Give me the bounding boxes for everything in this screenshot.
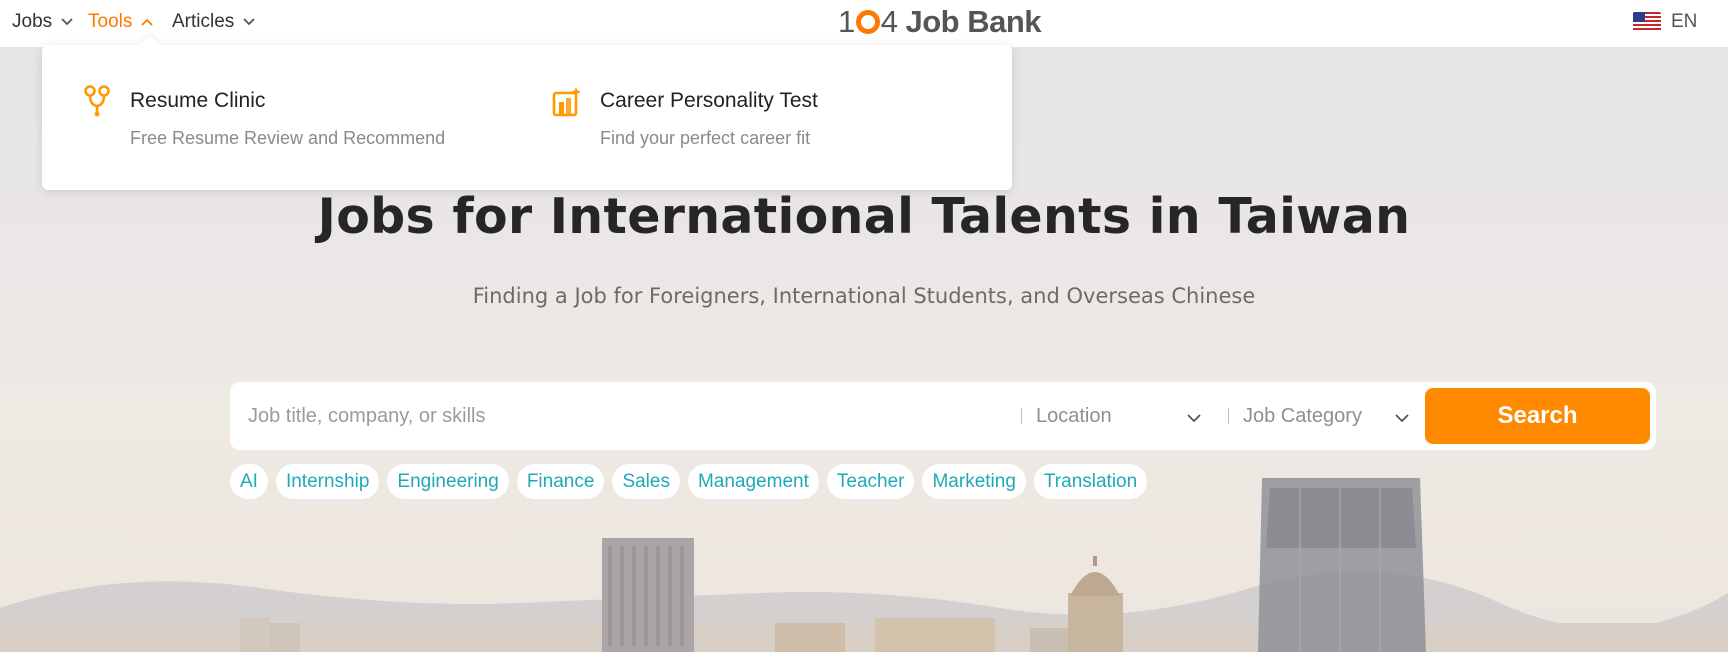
page-title: Jobs for International Talents in Taiwan	[317, 188, 1411, 245]
tag-marketing[interactable]: Marketing	[922, 464, 1026, 499]
nav-jobs-label: Jobs	[12, 11, 53, 32]
logo-mark: 14	[838, 4, 898, 39]
menu-item-description: Find your perfect career fit	[600, 128, 811, 148]
nav-articles-label: Articles	[172, 11, 235, 32]
tag-management[interactable]: Management	[687, 464, 819, 499]
resume-clinic-icon	[84, 85, 110, 117]
logo-zero-ring	[855, 10, 880, 34]
tag-translation[interactable]: Translation	[1033, 464, 1148, 499]
chevron-down-icon	[1187, 414, 1201, 423]
menu-item-title: Career Personality Test	[600, 89, 818, 112]
menu-item-title: Resume Clinic	[130, 89, 266, 112]
location-select-label: Location	[1036, 404, 1112, 427]
logo-text: Job Bank	[905, 4, 1042, 39]
us-flag-icon	[1633, 12, 1661, 32]
page-subtitle: Finding a Job for Foreigners, Internatio…	[472, 284, 1256, 308]
top-navigation-bar: Jobs Tools Articles 14 Job Bank EN	[0, 0, 1728, 48]
tag-engineering[interactable]: Engineering	[387, 464, 509, 499]
language-switcher[interactable]: EN	[1633, 9, 1697, 35]
tag-teacher[interactable]: Teacher	[826, 464, 915, 499]
nav-tools[interactable]: Tools	[88, 9, 154, 35]
nav-jobs[interactable]: Jobs	[12, 9, 74, 35]
tools-dropdown-menu: Resume Clinic Free Resume Review and Rec…	[42, 35, 1012, 190]
nav-tools-label: Tools	[88, 11, 133, 32]
job-search-bar: Location Job Category Search	[230, 382, 1656, 450]
keyword-search-input[interactable]	[248, 398, 1008, 434]
divider	[1228, 408, 1229, 424]
job-category-select-label: Job Category	[1243, 404, 1362, 427]
chevron-down-icon	[61, 18, 73, 26]
logo-104-job-bank[interactable]: 14 Job Bank	[838, 4, 1042, 40]
personality-test-icon	[552, 87, 581, 117]
location-select[interactable]: Location	[1036, 398, 1222, 434]
tag-internship[interactable]: Internship	[275, 464, 380, 499]
job-category-select[interactable]: Job Category	[1243, 398, 1419, 434]
tag-finance[interactable]: Finance	[516, 464, 605, 499]
language-label: EN	[1671, 11, 1698, 32]
chevron-down-icon	[243, 18, 255, 26]
chevron-down-icon	[1395, 414, 1409, 423]
search-button[interactable]: Search	[1425, 388, 1650, 444]
divider	[1021, 408, 1022, 424]
tag-sales[interactable]: Sales	[612, 464, 680, 499]
tag-ai[interactable]: AI	[230, 464, 268, 499]
nav-articles[interactable]: Articles	[172, 9, 256, 35]
menu-item-description: Free Resume Review and Recommend	[130, 128, 446, 148]
chevron-up-icon	[141, 18, 153, 26]
popular-tags: AI Internship Engineering Finance Sales …	[230, 464, 1148, 499]
